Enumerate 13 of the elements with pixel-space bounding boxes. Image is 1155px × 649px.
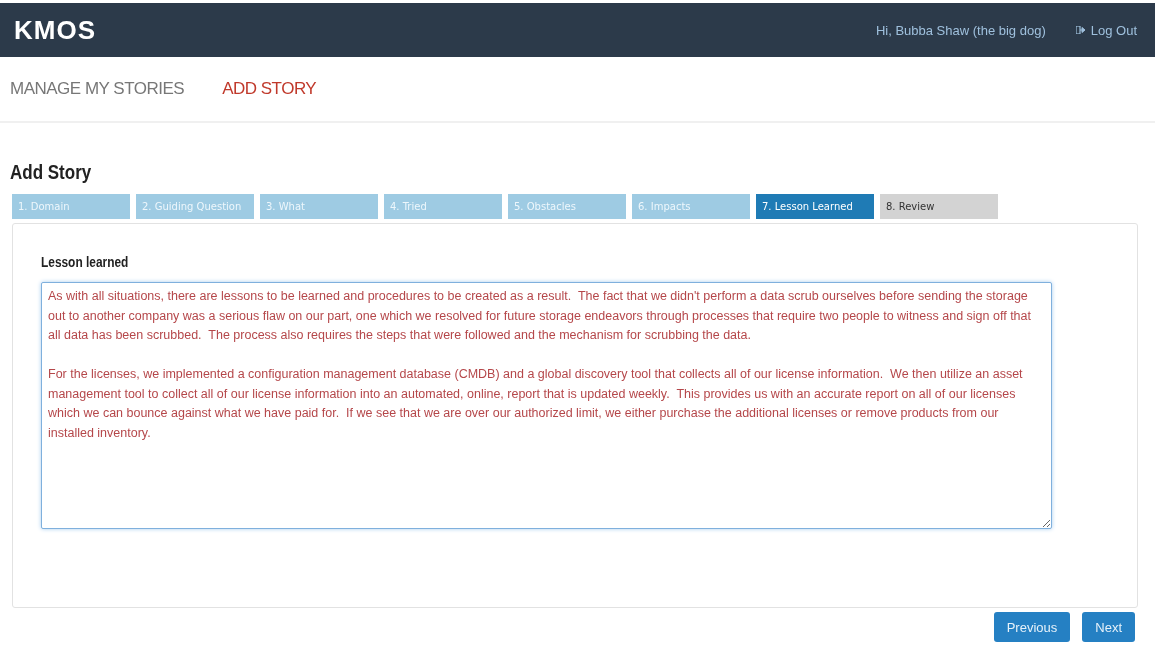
nav-link[interactable]: MANAGE MY STORIES <box>10 79 185 121</box>
logo: KMOS <box>14 14 97 46</box>
logout-link[interactable]: Log Out <box>1075 22 1137 38</box>
lesson-text-area[interactable]: As with all situations, there are lessons to be learned and procedures to be created as a result. The fact that we didn't perform a data scrub ourselves before sending the storage out to another company was a serious flaw on our part, one which we resolved for future storage endeavors through processes that require two people to witness and sign off that all data has been scrubbed. The process also requires the steps that were followed and the mechanism for scrubbing the data. For the licenses, we implemented a configuration management database (CMDB) and a global discovery tool that collects all of our license information. We then utilize an asset management tool to collect all of our license information into an automated, online, report that is updated weekly. This provides us with an accurate report on all of our licenses which we can bounce against what we have paid for. If we see that we are over our authorized limit, we either purchase the additional licenses or remove products from our installed inventory. <box>41 282 1052 529</box>
greeting: Hi, Bubba Shaw (the big dog) <box>875 22 1046 38</box>
next-button[interactable]: Next <box>1082 612 1135 642</box>
step-tab[interactable]: 7. Lesson Learned <box>756 194 874 219</box>
page-title: Add Story <box>10 161 93 184</box>
field-label: Lesson learned <box>41 254 129 270</box>
nav-link[interactable]: ADD STORY <box>222 79 317 121</box>
logout-icon <box>1075 26 1086 34</box>
step-tab[interactable]: 8. Review <box>880 194 998 219</box>
previous-button[interactable]: Previous <box>993 612 1071 642</box>
